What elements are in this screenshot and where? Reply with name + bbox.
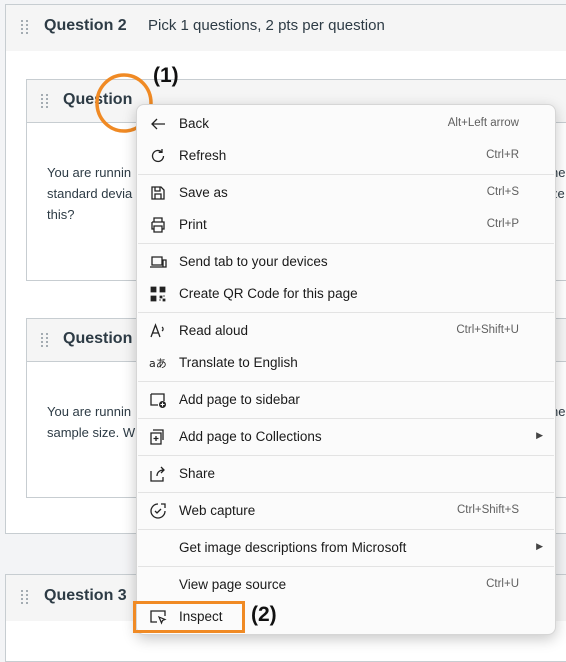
menu-item-share[interactable]: Share <box>137 459 555 489</box>
menu-item-shortcut: Ctrl+P <box>486 218 519 230</box>
menu-item-qr-code[interactable]: Create QR Code for this page <box>137 279 555 309</box>
menu-item-label: Print <box>179 217 207 232</box>
menu-item-label: Refresh <box>179 148 227 163</box>
menu-item-label: Translate to English <box>179 355 298 370</box>
menu-item-shortcut: Alt+Left arrow <box>447 117 519 129</box>
share-icon <box>150 466 165 482</box>
menu-item-label: Add page to Collections <box>179 429 322 444</box>
menu-separator <box>138 492 554 493</box>
web-capture-icon <box>150 503 166 519</box>
refresh-icon <box>151 149 165 163</box>
menu-item-read-aloud[interactable]: Read aloud Ctrl+Shift+U <box>137 316 555 346</box>
menu-item-shortcut: Ctrl+U <box>486 578 519 590</box>
menu-separator <box>138 174 554 175</box>
translate-icon: aあ <box>149 357 167 370</box>
menu-separator <box>138 418 554 419</box>
question-group-subtitle: Pick 1 questions, 2 pts per question <box>148 17 385 34</box>
menu-item-image-descriptions[interactable]: Get image descriptions from Microsoft ▶ <box>137 533 555 563</box>
question-text-line: this? <box>47 207 75 222</box>
menu-item-label: View page source <box>179 577 287 592</box>
menu-item-back[interactable]: Back Alt+Left arrow <box>137 109 555 139</box>
menu-item-shortcut: Ctrl+Shift+S <box>457 504 519 516</box>
menu-item-add-to-collections[interactable]: Add page to Collections ▶ <box>137 422 555 452</box>
menu-item-save-as[interactable]: Save as Ctrl+S <box>137 178 555 208</box>
menu-item-web-capture[interactable]: Web capture Ctrl+Shift+S <box>137 496 555 526</box>
submenu-arrow-icon: ▶ <box>536 541 543 551</box>
menu-item-label: Save as <box>179 185 228 200</box>
svg-text:aあ: aあ <box>149 357 167 370</box>
read-aloud-icon <box>150 323 164 338</box>
drag-handle-icon[interactable] <box>21 590 29 606</box>
question-group-title: Question 2 <box>44 17 127 34</box>
question-text-line: You are runnin <box>47 404 132 419</box>
question-group-title: Question 3 <box>44 587 127 604</box>
menu-item-label: Back <box>179 116 210 131</box>
menu-separator <box>138 381 554 382</box>
menu-separator <box>138 243 554 244</box>
menu-item-refresh[interactable]: Refresh Ctrl+R <box>137 141 555 171</box>
menu-item-print[interactable]: Print Ctrl+P <box>137 210 555 240</box>
drag-handle-icon[interactable] <box>21 20 29 36</box>
question-text-line: You are runnin <box>47 165 132 180</box>
annotation-marker-2: (2) <box>251 603 277 626</box>
menu-item-label: Web capture <box>179 503 256 518</box>
question-text-line: sample size. W <box>47 425 136 440</box>
submenu-arrow-icon: ▶ <box>536 430 543 440</box>
question-text-line: standard devia <box>47 186 133 201</box>
menu-item-shortcut: Ctrl+S <box>486 186 519 198</box>
menu-item-label: Share <box>179 466 216 481</box>
send-tab-icon <box>150 256 167 268</box>
qr-code-icon <box>150 286 166 302</box>
drag-handle-icon[interactable] <box>41 94 49 110</box>
back-arrow-icon <box>151 118 165 130</box>
menu-item-shortcut: Ctrl+R <box>486 149 519 161</box>
question-group-2-header: Question 2 Pick 1 questions, 2 pts per q… <box>5 4 566 52</box>
menu-item-label: Add page to sidebar <box>179 392 300 407</box>
menu-item-shortcut: Ctrl+Shift+U <box>456 324 519 336</box>
menu-item-view-source[interactable]: View page source Ctrl+U <box>137 570 555 600</box>
sidebar-add-icon <box>150 393 166 408</box>
menu-item-send-tab[interactable]: Send tab to your devices <box>137 247 555 277</box>
collections-icon <box>150 429 164 445</box>
save-icon <box>151 186 165 200</box>
annotation-marker-1: (1) <box>153 64 179 87</box>
question-card-title: Question <box>63 330 133 347</box>
context-menu: Back Alt+Left arrow Refresh Ctrl+R Save … <box>136 104 556 635</box>
print-icon <box>151 217 165 233</box>
drag-handle-icon[interactable] <box>41 333 49 349</box>
menu-item-translate[interactable]: aあ Translate to English <box>137 348 555 378</box>
annotation-highlight-box <box>133 601 245 633</box>
menu-separator <box>138 455 554 456</box>
menu-item-label: Get image descriptions from Microsoft <box>179 540 407 555</box>
menu-separator <box>138 312 554 313</box>
menu-item-add-to-sidebar[interactable]: Add page to sidebar <box>137 385 555 415</box>
menu-item-label: Create QR Code for this page <box>179 286 358 301</box>
menu-separator <box>138 529 554 530</box>
menu-item-label: Send tab to your devices <box>179 254 328 269</box>
menu-item-label: Read aloud <box>179 323 249 338</box>
menu-separator <box>138 566 554 567</box>
